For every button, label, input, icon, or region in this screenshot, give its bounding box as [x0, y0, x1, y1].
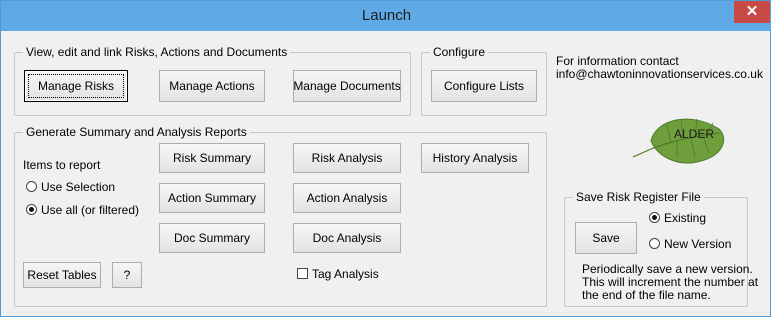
- doc-summary-button[interactable]: Doc Summary: [159, 223, 265, 253]
- use-all-radio[interactable]: [26, 204, 37, 215]
- window-title: Launch: [361, 7, 412, 24]
- action-summary-button[interactable]: Action Summary: [159, 183, 265, 213]
- new-version-label[interactable]: New Version: [664, 237, 731, 251]
- contact-line-1: For information contact: [556, 54, 679, 68]
- configure-group-legend: Configure: [430, 45, 489, 59]
- save-group-legend: Save Risk Register File: [573, 190, 704, 204]
- configure-lists-button[interactable]: Configure Lists: [431, 70, 537, 102]
- new-version-radio[interactable]: [649, 238, 660, 249]
- doc-analysis-button[interactable]: Doc Analysis: [293, 223, 401, 253]
- history-analysis-button[interactable]: History Analysis: [421, 143, 529, 173]
- save-note-line-3: the end of the file name.: [582, 288, 711, 302]
- close-button[interactable]: ✕: [734, 1, 770, 23]
- use-all-label[interactable]: Use all (or filtered): [41, 203, 139, 217]
- manage-risks-button[interactable]: Manage Risks: [24, 70, 128, 102]
- items-to-report-label: Items to report: [23, 158, 101, 172]
- radio-selected-dot: [29, 207, 34, 212]
- alder-logo: ALDER: [631, 111, 731, 171]
- risk-analysis-button[interactable]: Risk Analysis: [293, 143, 401, 173]
- alder-leaf-icon: [632, 118, 724, 164]
- use-selection-radio[interactable]: [26, 181, 37, 192]
- launch-window: Launch ✕ View, edit and link Risks, Acti…: [0, 0, 771, 317]
- reset-tables-button[interactable]: Reset Tables: [23, 262, 101, 288]
- help-button[interactable]: ?: [112, 262, 142, 288]
- contact-email: info@chawtoninnovationservices.co.uk: [556, 67, 763, 81]
- radio-selected-dot: [652, 215, 657, 220]
- tag-analysis-checkbox[interactable]: [297, 268, 308, 279]
- action-analysis-button[interactable]: Action Analysis: [293, 183, 401, 213]
- alder-logo-text: ALDER: [674, 127, 715, 141]
- existing-label[interactable]: Existing: [664, 211, 706, 225]
- manage-documents-button[interactable]: Manage Documents: [293, 70, 401, 102]
- reports-group-legend: Generate Summary and Analysis Reports: [23, 125, 250, 139]
- save-button[interactable]: Save: [575, 222, 637, 254]
- existing-radio[interactable]: [649, 212, 660, 223]
- focus-ring: [28, 74, 124, 98]
- tag-analysis-label[interactable]: Tag Analysis: [312, 267, 379, 281]
- manage-actions-button[interactable]: Manage Actions: [159, 70, 265, 102]
- use-selection-label[interactable]: Use Selection: [41, 180, 115, 194]
- risk-summary-button[interactable]: Risk Summary: [159, 143, 265, 173]
- view-edit-group-legend: View, edit and link Risks, Actions and D…: [23, 45, 291, 59]
